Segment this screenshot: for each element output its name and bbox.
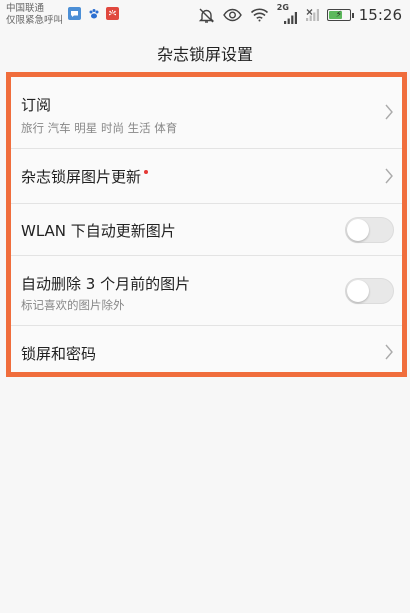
- no-signal-icon: [305, 8, 319, 22]
- mute-icon: [198, 7, 215, 24]
- chevron-right-icon: [385, 104, 393, 120]
- battery-charging-icon: ⚡: [326, 9, 354, 21]
- setting-magazine-update-title: 杂志锁屏图片更新: [21, 166, 149, 187]
- setting-wlan-update-title: WLAN 下自动更新图片: [21, 222, 176, 240]
- setting-lock-password-title: 锁屏和密码: [21, 345, 97, 363]
- new-badge-dot: [144, 170, 149, 174]
- setting-auto-delete: 自动删除 3 个月前的图片 标记喜欢的图片除外: [11, 256, 404, 326]
- paw-icon: [87, 7, 100, 20]
- setting-magazine-update[interactable]: 杂志锁屏图片更新: [11, 149, 404, 204]
- chevron-right-icon: [385, 168, 393, 184]
- status-clock: 15:26: [358, 6, 402, 24]
- setting-magazine-update-label: 杂志锁屏图片更新: [21, 168, 142, 186]
- setting-subscribe[interactable]: 订阅 旅行 汽车 明星 时尚 生活 体育: [11, 76, 404, 149]
- system-icons: 2G ⚡ 15:26: [198, 3, 402, 26]
- eye-icon: [222, 8, 242, 22]
- setting-lock-password[interactable]: 锁屏和密码: [11, 326, 404, 377]
- notification-icons: [68, 7, 119, 20]
- wlan-update-toggle[interactable]: [345, 217, 394, 243]
- setting-auto-delete-subtitle: 标记喜欢的图片除外: [21, 298, 125, 312]
- carrier-name: 中国联通: [6, 3, 45, 14]
- signal-icon: 2G: [277, 3, 297, 25]
- setting-subscribe-subtitle: 旅行 汽车 明星 时尚 生活 体育: [21, 121, 178, 135]
- page-title: 杂志锁屏设置: [156, 45, 253, 64]
- status-bar: 中国联通 仅限紧急呼叫 2G ⚡ 15:26: [0, 0, 410, 30]
- auto-delete-toggle[interactable]: [345, 278, 394, 304]
- toggle-knob: [347, 280, 369, 302]
- wifi-icon: [250, 8, 269, 22]
- huawei-icon: [106, 7, 119, 20]
- chat-icon: [68, 7, 81, 20]
- carrier-info: 中国联通 仅限紧急呼叫: [6, 3, 63, 26]
- emergency-only-label: 仅限紧急呼叫: [6, 14, 64, 26]
- chevron-right-icon: [385, 344, 393, 360]
- settings-list: 订阅 旅行 汽车 明星 时尚 生活 体育 杂志锁屏图片更新 WLAN 下自动更新…: [11, 76, 404, 377]
- setting-wlan-update: WLAN 下自动更新图片: [11, 204, 404, 256]
- setting-auto-delete-title: 自动删除 3 个月前的图片: [21, 275, 191, 293]
- setting-subscribe-title: 订阅: [21, 96, 52, 114]
- toggle-knob: [347, 219, 369, 241]
- charging-bolt-icon: ⚡: [335, 10, 342, 20]
